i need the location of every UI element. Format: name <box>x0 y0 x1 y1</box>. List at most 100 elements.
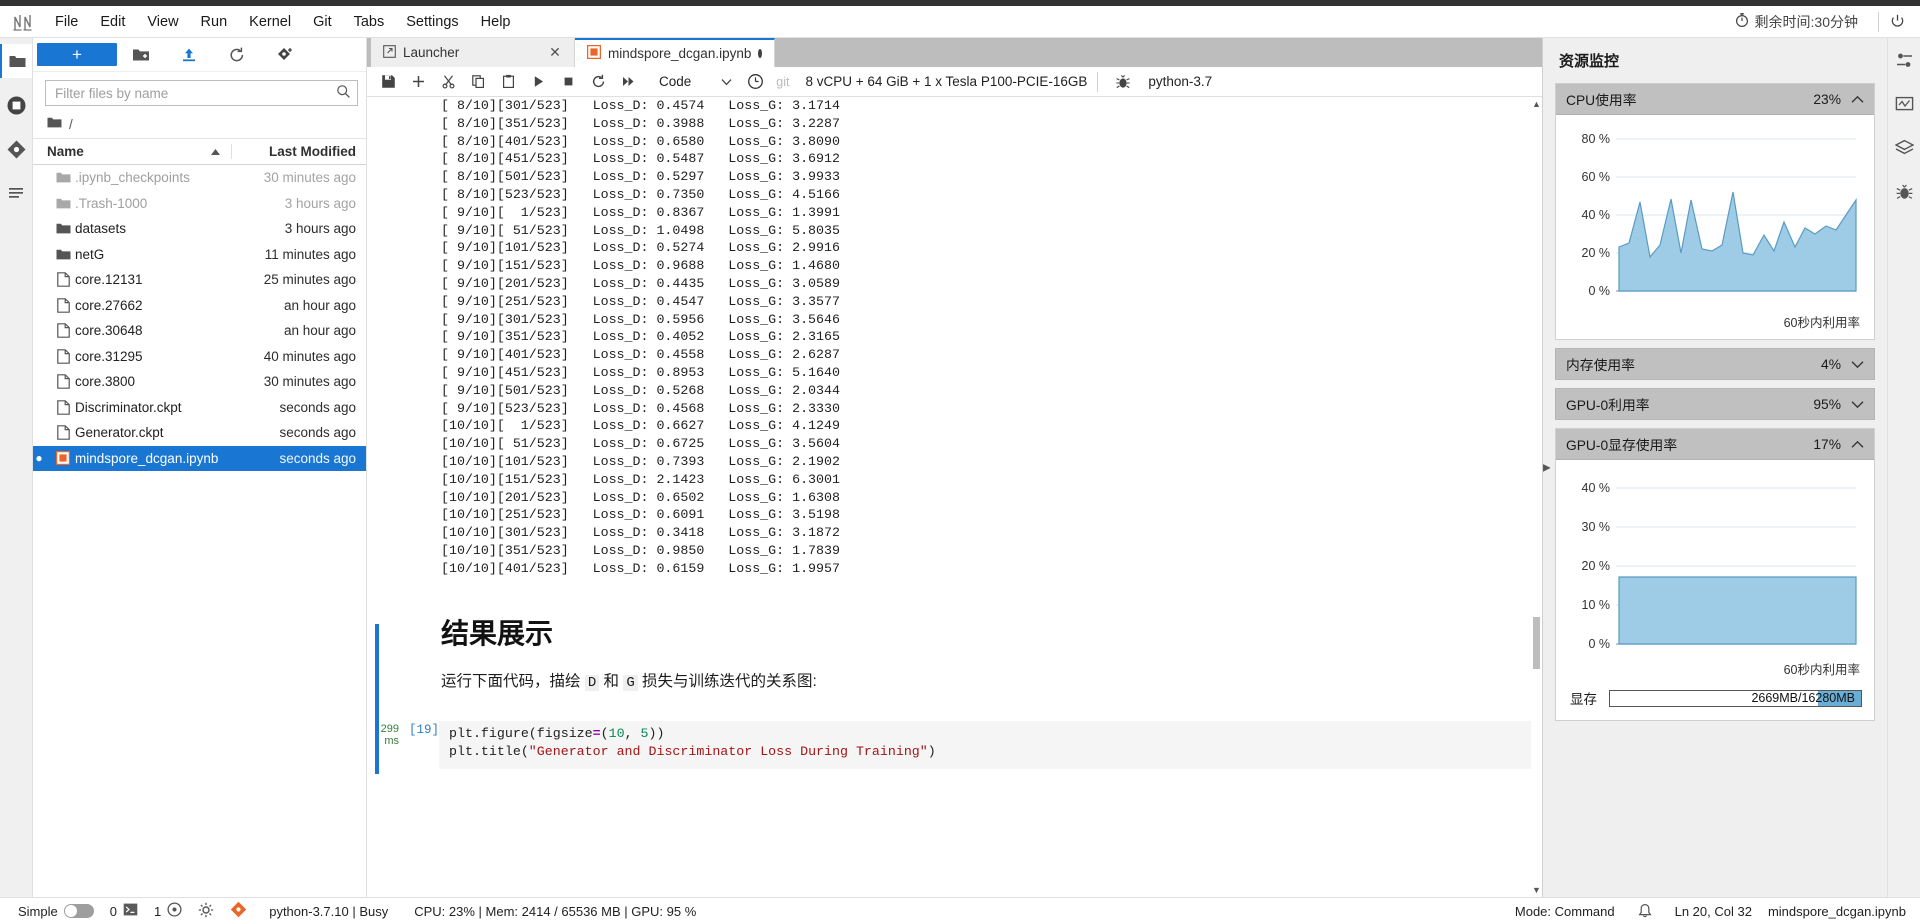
save-icon[interactable] <box>373 69 403 95</box>
clock-icon[interactable] <box>740 69 770 95</box>
tab-launcher[interactable]: Launcher ✕ <box>371 38 575 67</box>
file-row-core-3800[interactable]: core.3800 30 minutes ago <box>33 369 366 395</box>
simple-mode-toggle[interactable] <box>63 904 94 918</box>
bell-icon[interactable] <box>1623 903 1667 919</box>
file-row-datasets[interactable]: datasets 3 hours ago <box>33 216 366 242</box>
menu-edit[interactable]: Edit <box>89 10 136 34</box>
cell-type-dropdown[interactable]: Code <box>649 74 740 89</box>
gpu-memory-label: 显存 <box>1570 692 1597 707</box>
menu-run[interactable]: Run <box>190 10 239 34</box>
terminals-indicator[interactable]: 0 <box>102 902 146 920</box>
markdown-text-mid: 和 <box>599 672 624 690</box>
file-row-core-30648[interactable]: core.30648 an hour ago <box>33 318 366 344</box>
git-status-indicator[interactable] <box>222 901 255 921</box>
run-icon[interactable] <box>523 69 553 95</box>
chevron-up-icon[interactable] <box>1851 437 1864 452</box>
sidebar-item-git[interactable] <box>0 132 32 166</box>
sidebar-item-extension-manager[interactable] <box>1888 132 1920 164</box>
file-row-core-31295[interactable]: core.31295 40 minutes ago <box>33 344 366 370</box>
chevron-down-icon[interactable] <box>1851 397 1864 412</box>
paste-icon[interactable] <box>493 69 523 95</box>
kernel-status[interactable]: python-3.7.10 | Busy <box>261 904 396 919</box>
breadcrumb[interactable]: / <box>33 112 366 138</box>
close-icon[interactable]: ✕ <box>548 44 562 61</box>
output-line: [ 9/10][501/523] Loss_D: 0.5268 Loss_G: … <box>441 382 840 398</box>
menu-view[interactable]: View <box>136 10 189 34</box>
git-clone-icon[interactable] <box>261 41 309 69</box>
file-row--ipynb-checkpoints[interactable]: .ipynb_checkpoints 30 minutes ago <box>33 165 366 191</box>
cell-execution-count: [19] <box>408 722 439 737</box>
copy-icon[interactable] <box>463 69 493 95</box>
sidebar-item-debugger[interactable] <box>1888 176 1920 208</box>
file-row-netg[interactable]: netG 11 minutes ago <box>33 242 366 268</box>
file-row-core-12131[interactable]: core.12131 25 minutes ago <box>33 267 366 293</box>
stop-icon[interactable] <box>553 69 583 95</box>
accordion-value-cpu: 23% <box>1813 91 1841 107</box>
new-launcher-button[interactable]: + <box>37 43 117 66</box>
chevron-down-icon[interactable] <box>1851 357 1864 372</box>
scrollbar-thumb[interactable] <box>1533 617 1540 669</box>
sidebar-item-file-browser[interactable] <box>0 44 32 78</box>
column-header-name[interactable]: Name <box>33 144 231 159</box>
settings-indicator[interactable] <box>190 902 222 921</box>
upload-icon[interactable] <box>165 41 213 69</box>
file-row-core-27662[interactable]: core.27662 an hour ago <box>33 293 366 319</box>
accordion-header-gpu-util[interactable]: GPU-0利用率 95% <box>1555 388 1875 420</box>
restart-and-run-all-icon[interactable] <box>613 69 643 95</box>
bug-icon[interactable] <box>1108 69 1138 95</box>
scroll-down-arrow-icon[interactable]: ▼ <box>1531 885 1542 895</box>
accordion-header-gpu-mem[interactable]: GPU-0显存使用率 17% <box>1556 429 1874 460</box>
cut-icon[interactable] <box>433 69 463 95</box>
notebook-scrollbar[interactable]: ▲ ▼ <box>1531 97 1542 897</box>
menu-kernel[interactable]: Kernel <box>238 10 302 34</box>
kernel-name-label[interactable]: python-3.7 <box>1138 74 1212 89</box>
new-folder-icon[interactable] <box>117 41 165 69</box>
menu-help[interactable]: Help <box>470 10 522 34</box>
menu-tabs[interactable]: Tabs <box>343 10 396 34</box>
breadcrumb-root[interactable]: / <box>69 117 73 132</box>
output-line: [ 9/10][523/523] Loss_D: 0.4568 Loss_G: … <box>441 400 840 416</box>
file-row-generator-ckpt[interactable]: Generator.ckpt seconds ago <box>33 420 366 446</box>
accordion-memory: 内存使用率 4% <box>1555 348 1875 380</box>
sidebar-item-running[interactable] <box>0 88 32 122</box>
file-filter-box[interactable] <box>45 80 358 106</box>
file-row-mindspore-dcgan-ipynb[interactable]: ● mindspore_dcgan.ipynb seconds ago <box>33 445 366 471</box>
file-icon <box>45 272 75 288</box>
chevron-up-icon[interactable] <box>1851 92 1864 107</box>
menu-git[interactable]: Git <box>302 10 343 34</box>
menu-settings[interactable]: Settings <box>395 10 469 34</box>
menu-file[interactable]: File <box>44 10 89 34</box>
refresh-icon[interactable] <box>213 41 261 69</box>
accordion-header-memory[interactable]: 内存使用率 4% <box>1555 348 1875 380</box>
cpu-chart-caption: 60秒内利用率 <box>1783 316 1860 330</box>
sidebar-item-resource-monitor[interactable] <box>1888 88 1920 120</box>
output-line: [10/10][251/523] Loss_D: 0.6091 Loss_G: … <box>441 507 840 523</box>
file-row-modified: 30 minutes ago <box>263 170 356 186</box>
scroll-up-arrow-icon[interactable]: ▲ <box>1531 99 1542 109</box>
sidebar-item-table-of-contents[interactable] <box>0 176 32 210</box>
sidebar-item-property-inspector[interactable] <box>1888 44 1920 76</box>
column-header-last-modified[interactable]: Last Modified <box>231 144 366 159</box>
power-button[interactable] <box>1889 13 1920 30</box>
accordion-header-cpu[interactable]: CPU使用率 23% <box>1556 84 1874 115</box>
git-toolbar-label[interactable]: git <box>770 75 795 89</box>
simple-mode-control[interactable]: Simple <box>10 904 102 919</box>
main-body: + Filter files by name / Name Last Modif… <box>0 38 1920 897</box>
cell-source-editor[interactable]: plt.figure(figsize=(10, 5)) plt.title("G… <box>439 720 1531 769</box>
cell-type-value: Code <box>659 74 692 89</box>
file-row-discriminator-ckpt[interactable]: Discriminator.ckpt seconds ago <box>33 395 366 421</box>
right-sidebar-activity-bar <box>1887 38 1920 897</box>
code-cell[interactable]: 299 ms [19] plt.figure(figsize=(10, 5)) … <box>367 720 1531 769</box>
search-icon[interactable] <box>336 84 351 102</box>
tab-notebook[interactable]: mindspore_dcgan.ipynb <box>575 38 775 67</box>
panel-collapse-handle[interactable]: ▶ <box>1543 462 1551 473</box>
add-cell-icon[interactable] <box>403 69 433 95</box>
markdown-cell[interactable]: 结果展示 运行下面代码，描绘 D 和 G 损失与训练迭代的关系图: <box>367 612 1531 691</box>
file-icon <box>45 399 75 415</box>
search-input[interactable] <box>55 85 336 101</box>
accordion-cpu: CPU使用率 23% 80 % 60 % 40 % 20 % 0 % 60秒内利… <box>1555 83 1875 340</box>
accordion-label-cpu: CPU使用率 <box>1566 93 1637 108</box>
restart-kernel-icon[interactable] <box>583 69 613 95</box>
kernels-indicator[interactable]: 1 <box>146 902 190 920</box>
file-row--trash-1000[interactable]: .Trash-1000 3 hours ago <box>33 191 366 217</box>
